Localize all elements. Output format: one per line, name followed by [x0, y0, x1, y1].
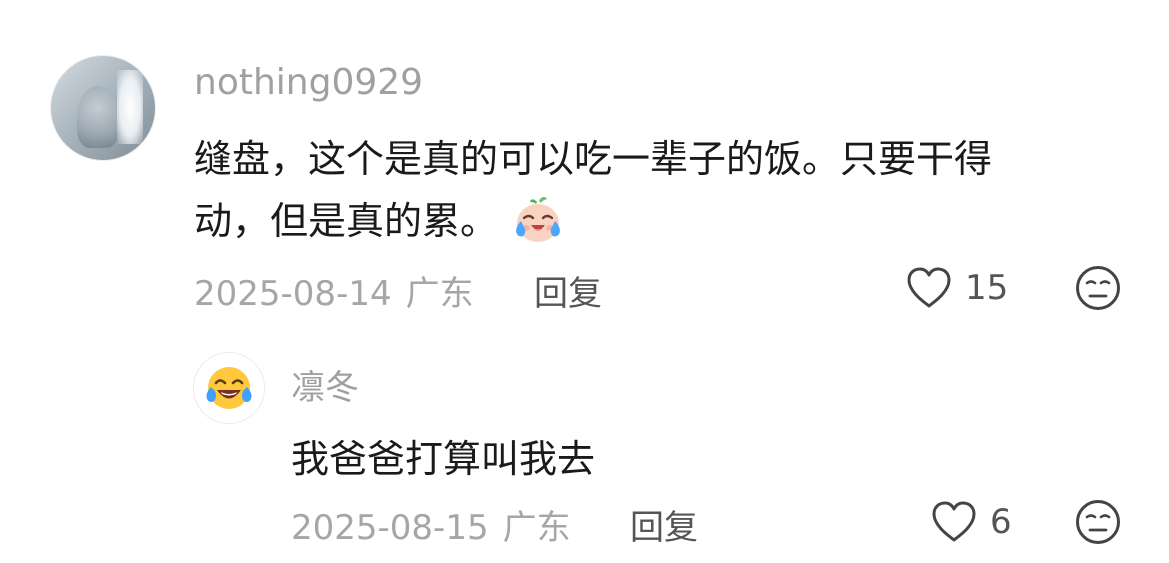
reply-button[interactable]: 回复 — [534, 266, 602, 315]
comment-content-line-1: 缝盘，这个是真的可以吃一辈子的饭。只要干得 — [194, 137, 993, 181]
comment-content-line-2-text: 动，但是真的累。 — [194, 199, 499, 243]
reply-reply-button[interactable]: 回复 — [630, 500, 698, 549]
avatar[interactable] — [50, 55, 156, 161]
comment-meta: 2025-08-14 广东 — [194, 266, 474, 315]
avatar-light — [117, 70, 143, 144]
heart-outline-icon — [907, 267, 951, 308]
comment-date: 2025-08-14 — [194, 274, 392, 314]
reply-avatar[interactable] — [193, 352, 265, 424]
reply-like-button[interactable]: 6 — [930, 500, 1012, 544]
avatar-figure — [77, 86, 119, 148]
unamused-face-icon[interactable] — [1075, 265, 1121, 311]
unamused-face-icon[interactable] — [1075, 499, 1121, 545]
reply-location: 广东 — [502, 508, 571, 548]
reply-date: 2025-08-15 — [291, 508, 489, 548]
comment-content: 缝盘，这个是真的可以吃一辈子的饭。只要干得 动，但是真的累。 — [194, 128, 1094, 252]
tears-of-joy-emoji — [206, 367, 252, 409]
reply-username[interactable]: 凛冬 — [291, 360, 359, 409]
like-button[interactable]: 15 — [905, 266, 1008, 310]
reply-like-count: 6 — [990, 502, 1012, 542]
reply-meta: 2025-08-15 广东 — [291, 500, 571, 549]
reply-content: 我爸爸打算叫我去 — [291, 437, 596, 481]
comment-location: 广东 — [405, 274, 474, 314]
crying-laughing-face-emoji — [516, 196, 560, 242]
heart-outline-icon — [932, 501, 976, 542]
comment-username[interactable]: nothing0929 — [194, 62, 423, 103]
like-count: 15 — [965, 268, 1009, 308]
comment-content-line-2: 动，但是真的累。 — [194, 190, 1094, 252]
